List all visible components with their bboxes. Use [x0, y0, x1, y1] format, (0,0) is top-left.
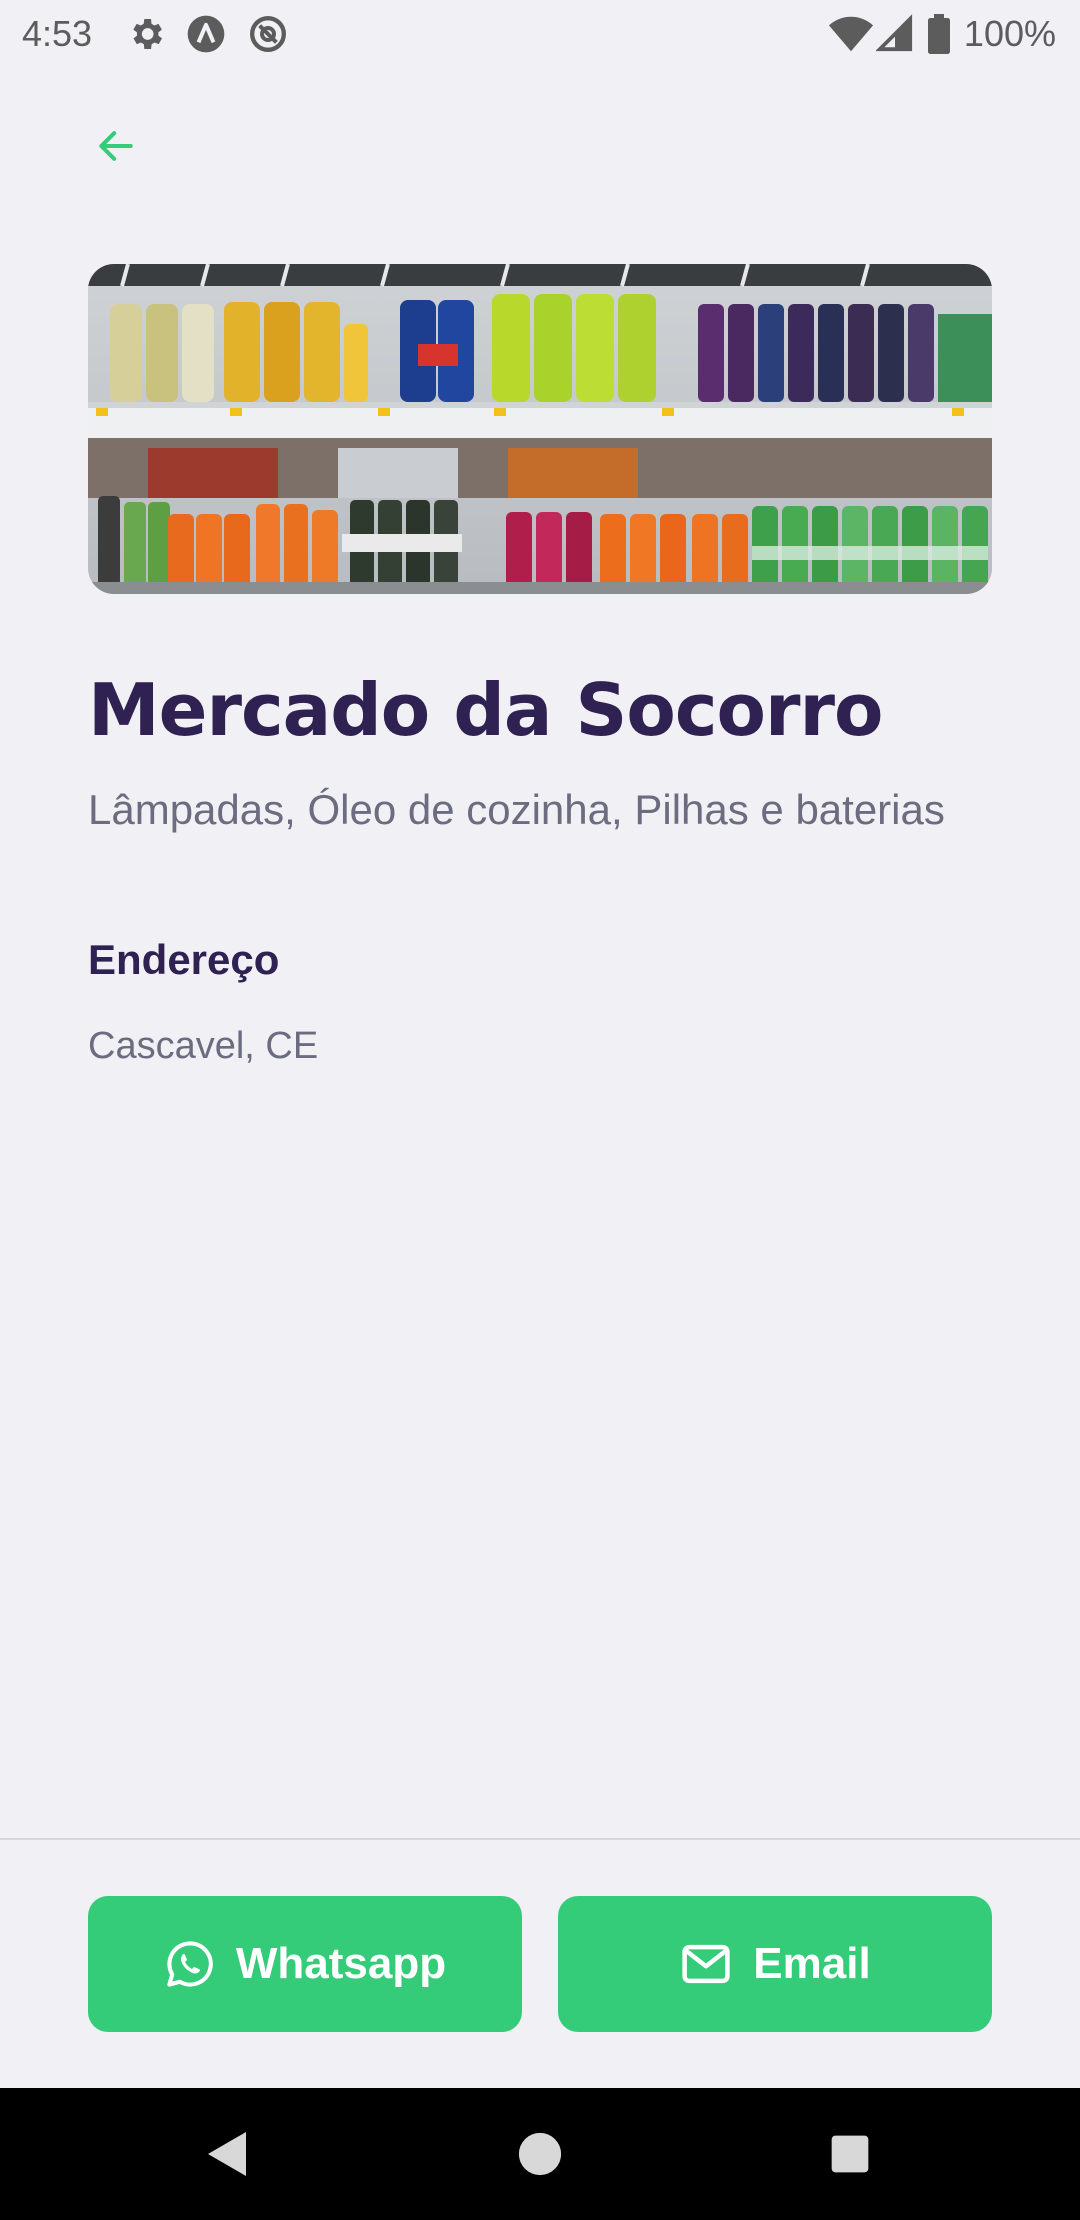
status-bar: 4:53 100% [0, 0, 1080, 66]
nav-recents-button[interactable] [812, 2116, 888, 2192]
drinks-shelf-photo [88, 264, 992, 594]
mail-icon [682, 1944, 730, 1984]
email-button[interactable]: Email [558, 1896, 992, 2032]
whatsapp-button[interactable]: Whatsapp [88, 1896, 522, 2032]
arrow-left-icon [99, 131, 133, 161]
market-image [88, 264, 992, 594]
nav-back-button[interactable] [188, 2116, 264, 2192]
address-heading: Endereço [88, 936, 280, 983]
at-sign-icon [248, 14, 288, 54]
battery-icon [926, 14, 952, 54]
battery-percentage: 100% [963, 13, 1056, 54]
recents-square-icon [831, 2135, 869, 2173]
whatsapp-icon [167, 1941, 213, 1987]
back-button[interactable] [88, 118, 144, 174]
wifi-icon [828, 14, 874, 54]
market-name: Mercado da Socorro [88, 668, 883, 752]
a-circle-icon [186, 14, 226, 54]
navigation-bar [0, 2088, 1080, 2220]
status-time: 4:53 [22, 13, 93, 54]
back-triangle-icon [208, 2132, 246, 2176]
nav-home-button[interactable] [502, 2116, 578, 2192]
address-text: Cascavel, CE [88, 1025, 319, 1067]
home-circle-icon [518, 2132, 562, 2176]
whatsapp-label: Whatsapp [235, 1939, 447, 1988]
footer-divider [0, 1838, 1080, 1840]
market-items: Lâmpadas, Óleo de cozinha, Pilhas e bate… [88, 786, 945, 833]
settings-icon [126, 14, 166, 54]
cell-signal-icon [875, 14, 916, 54]
email-label: Email [753, 1939, 871, 1988]
